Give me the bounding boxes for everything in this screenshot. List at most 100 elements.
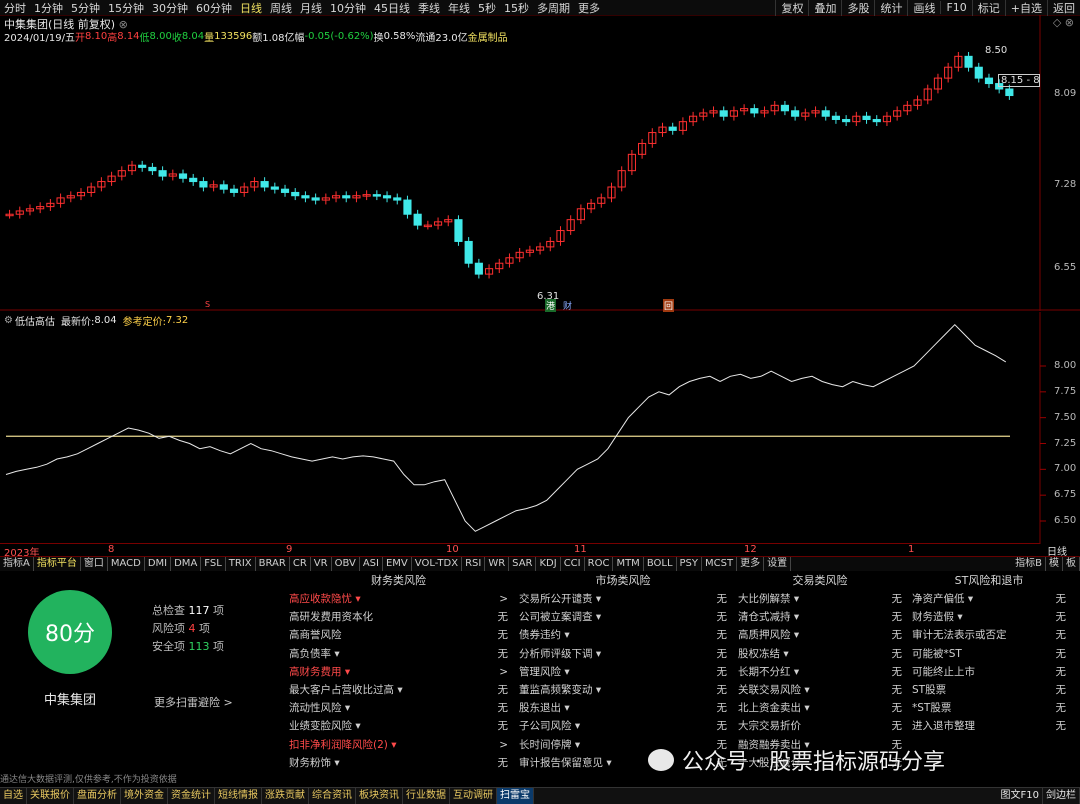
indicator-tab-12[interactable]: ASI	[360, 557, 383, 571]
risk-item[interactable]: 高研发费用资本化 无	[285, 608, 512, 626]
risk-item[interactable]: 公司被立案调查 ▾ 无	[515, 608, 731, 626]
indicator-tab-18[interactable]: KDJ	[536, 557, 561, 571]
indicator-tab-19[interactable]: CCI	[561, 557, 585, 571]
bottom-right-tab-1[interactable]: 剑边栏	[1043, 788, 1080, 804]
tool-button-5[interactable]: F10	[940, 1, 971, 14]
bottom-tab-3[interactable]: 境外资金	[121, 788, 168, 804]
tool-button-6[interactable]: 标记	[971, 0, 1005, 16]
risk-item[interactable]: 高财务费用 ▾ >	[285, 663, 512, 681]
tool-button-0[interactable]: 复权	[775, 0, 808, 16]
indicator-tab-24[interactable]: MCST	[702, 557, 738, 571]
period-tab-9[interactable]: 10分钟	[326, 0, 370, 16]
risk-item[interactable]: 财务造假 ▾ 无	[908, 608, 1070, 626]
bottom-tab-10[interactable]: 互动调研	[450, 788, 497, 804]
tool-button-4[interactable]: 画线	[907, 0, 940, 16]
indicator-tab-3[interactable]: MACD	[108, 557, 145, 571]
indicator-tab-right-1[interactable]: 模	[1046, 557, 1063, 571]
indicator-tab-25[interactable]: 更多	[737, 557, 765, 571]
period-tab-0[interactable]: 分时	[0, 0, 30, 16]
risk-item[interactable]: 净资产偏低 ▾ 无	[908, 590, 1070, 608]
period-tab-11[interactable]: 季线	[414, 0, 444, 16]
risk-item[interactable]: 子公司风险 ▾ 无	[515, 717, 731, 735]
tag-hui[interactable]: 回	[663, 299, 675, 312]
risk-item[interactable]: 可能终止上市 无	[908, 663, 1070, 681]
indicator-tab-7[interactable]: TRIX	[226, 557, 256, 571]
score-badge[interactable]: 80分	[28, 590, 112, 674]
period-tab-16[interactable]: 更多	[574, 0, 604, 16]
period-tab-10[interactable]: 45日线	[370, 0, 414, 16]
tool-button-2[interactable]: 多股	[841, 0, 874, 16]
indicator-tab-15[interactable]: RSI	[462, 557, 486, 571]
indicator-tab-0[interactable]: 指标A	[0, 557, 34, 571]
indicator-tab-16[interactable]: WR	[485, 557, 510, 571]
tool-button-8[interactable]: 返回	[1047, 0, 1080, 16]
bottom-tab-2[interactable]: 盘面分析	[74, 788, 121, 804]
risk-item[interactable]: 财务粉饰 ▾ 无	[285, 754, 512, 772]
indicator-tab-4[interactable]: DMI	[145, 557, 172, 571]
period-tab-5[interactable]: 60分钟	[192, 0, 236, 16]
indicator-tab-9[interactable]: CR	[290, 557, 311, 571]
risk-item[interactable]: 关联交易风险 ▾ 无	[734, 681, 906, 699]
bottom-tab-0[interactable]: 自选	[0, 788, 27, 804]
period-tab-1[interactable]: 1分钟	[30, 0, 67, 16]
period-tab-2[interactable]: 5分钟	[67, 0, 104, 16]
indicator-tab-26[interactable]: 设置	[764, 557, 792, 571]
indicator-tab-20[interactable]: ROC	[585, 557, 614, 571]
indicator-tab-8[interactable]: BRAR	[256, 557, 290, 571]
risk-item[interactable]: 高应收款隐忧 ▾ >	[285, 590, 512, 608]
period-tab-7[interactable]: 周线	[266, 0, 296, 16]
candlestick-chart[interactable]	[0, 15, 1080, 311]
risk-item[interactable]: 大比例解禁 ▾ 无	[734, 590, 906, 608]
indicator-tab-right-0[interactable]: 指标B	[1012, 557, 1046, 571]
bottom-tab-6[interactable]: 涨跌贡献	[262, 788, 309, 804]
risk-item[interactable]: 交易所公开谴责 ▾ 无	[515, 590, 731, 608]
risk-item[interactable]: 可能被*ST 无	[908, 645, 1070, 663]
bottom-tab-8[interactable]: 板块资讯	[356, 788, 403, 804]
risk-item[interactable]: 北上资金卖出 ▾ 无	[734, 699, 906, 717]
risk-item[interactable]: 流动性风险 ▾ 无	[285, 699, 512, 717]
period-tab-4[interactable]: 30分钟	[148, 0, 192, 16]
tool-button-3[interactable]: 统计	[874, 0, 907, 16]
indicator-tab-22[interactable]: BOLL	[644, 557, 677, 571]
tool-button-1[interactable]: 叠加	[808, 0, 841, 16]
bottom-right-tab-0[interactable]: 图文F10	[998, 788, 1043, 804]
indicator-tab-11[interactable]: OBV	[332, 557, 360, 571]
risk-item[interactable]: 进入退市整理 无	[908, 717, 1070, 735]
period-tab-15[interactable]: 多周期	[533, 0, 574, 16]
bottom-tab-1[interactable]: 关联报价	[27, 788, 74, 804]
indicator-tab-23[interactable]: PSY	[677, 557, 703, 571]
risk-item[interactable]: 扣非净利润降风险(2) ▾ >	[285, 736, 512, 754]
indicator-tab-6[interactable]: FSL	[201, 557, 226, 571]
indicator-tab-17[interactable]: SAR	[509, 557, 537, 571]
risk-item[interactable]: 分析师评级下调 ▾ 无	[515, 645, 731, 663]
period-tab-6[interactable]: 日线	[236, 0, 266, 16]
indicator-tab-13[interactable]: EMV	[383, 557, 412, 571]
risk-item[interactable]: 股东退出 ▾ 无	[515, 699, 731, 717]
risk-item[interactable]: 债券违约 ▾ 无	[515, 626, 731, 644]
risk-item[interactable]: 业绩变脸风险 ▾ 无	[285, 717, 512, 735]
period-tab-13[interactable]: 5秒	[474, 0, 500, 16]
valuation-line-chart[interactable]	[0, 312, 1080, 544]
risk-item[interactable]: 高质押风险 ▾ 无	[734, 626, 906, 644]
risk-item[interactable]: ST股票 无	[908, 681, 1070, 699]
tag-cai[interactable]: 财	[563, 299, 572, 312]
indicator-tab-1[interactable]: 指标平台	[34, 557, 81, 571]
bottom-tab-11[interactable]: 扫雷宝	[497, 788, 534, 804]
risk-item[interactable]: 股权冻结 ▾ 无	[734, 645, 906, 663]
indicator-tab-21[interactable]: MTM	[613, 557, 644, 571]
tag-gang[interactable]: 港	[545, 299, 557, 312]
indicator-tab-14[interactable]: VOL-TDX	[412, 557, 463, 571]
risk-item[interactable]: 长期不分红 ▾ 无	[734, 663, 906, 681]
risk-item[interactable]: 审计无法表示或否定 无	[908, 626, 1070, 644]
risk-item[interactable]: 高负债率 ▾ 无	[285, 645, 512, 663]
risk-item[interactable]: 董监高频繁变动 ▾ 无	[515, 681, 731, 699]
indicator-tab-5[interactable]: DMA	[171, 557, 202, 571]
indicator-tab-right-2[interactable]: 板	[1063, 557, 1080, 571]
tool-button-7[interactable]: +自选	[1004, 0, 1047, 16]
tag-s[interactable]: S	[205, 300, 210, 309]
bottom-tab-9[interactable]: 行业数据	[403, 788, 450, 804]
risk-item[interactable]: 高商誉风险 无	[285, 626, 512, 644]
more-scan-link[interactable]: 更多扫雷避险 >	[154, 694, 233, 710]
risk-item[interactable]: 大宗交易折价 无	[734, 717, 906, 735]
bottom-tab-4[interactable]: 资金统计	[168, 788, 215, 804]
